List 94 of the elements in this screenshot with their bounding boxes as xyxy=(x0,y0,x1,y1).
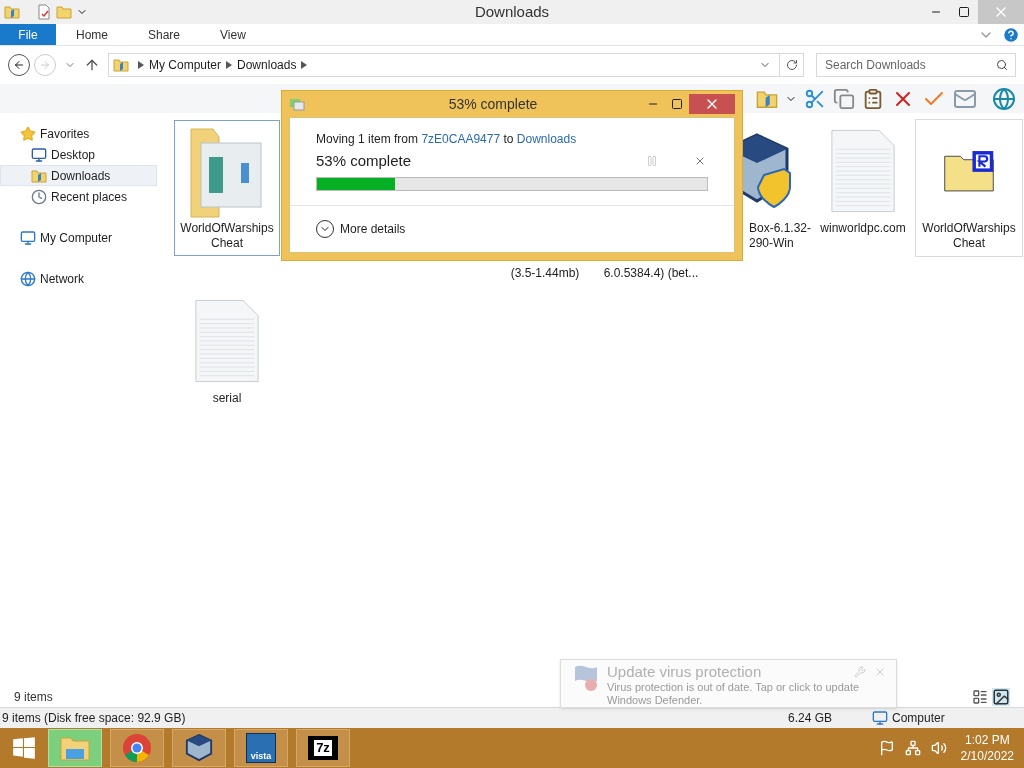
status-size: 6.24 GB xyxy=(788,710,834,727)
nav-label: My Computer xyxy=(40,229,113,247)
nav-item[interactable]: Recent places xyxy=(0,186,157,207)
breadcrumb[interactable]: My Computer xyxy=(149,56,222,74)
file-name: WorldOfWarships xyxy=(922,221,1016,236)
folder-r-icon xyxy=(943,148,995,194)
file-name: WorldOfWarships xyxy=(180,221,274,236)
file-name: 6.0.5384.4) (bet... xyxy=(603,266,699,281)
chrome-icon xyxy=(122,733,152,763)
status-text: 9 items (Disk free space: 92.9 GB) xyxy=(1,710,187,727)
properties-icon[interactable] xyxy=(36,4,52,20)
ribbon-tab[interactable]: Home xyxy=(56,24,128,45)
taskbar-button[interactable]: 7z xyxy=(296,729,350,767)
clock-date: 2/10/2022 xyxy=(960,748,1014,764)
clock-time: 1:02 PM xyxy=(964,732,1010,748)
nav-item[interactable]: Favorites xyxy=(0,123,160,144)
pause-icon xyxy=(646,155,658,168)
progress-status: 53% complete xyxy=(316,151,413,171)
restore-icon xyxy=(958,6,970,18)
help-icon[interactable] xyxy=(1002,25,1020,44)
nav-item[interactable]: Network xyxy=(0,268,160,289)
download-folder-icon xyxy=(31,167,47,184)
file-item[interactable]: serial xyxy=(174,290,280,411)
nav-label: Favorites xyxy=(40,125,90,143)
nav-label: Downloads xyxy=(51,167,111,185)
file-item[interactable]: WorldOfWarships Cheat xyxy=(174,120,280,256)
vista-logo-icon: vista xyxy=(246,733,276,763)
ribbon-tab[interactable]: File xyxy=(0,24,56,45)
copy-icon[interactable] xyxy=(833,87,855,110)
network-icon xyxy=(20,270,36,287)
windows-logo-icon[interactable] xyxy=(11,735,37,761)
destination-link[interactable]: Downloads xyxy=(516,132,577,146)
nav-label: Network xyxy=(40,270,84,288)
star-icon xyxy=(20,125,36,142)
file-name: winworldpc.com xyxy=(820,221,906,236)
ribbon-tab[interactable]: Share xyxy=(128,24,201,45)
nav-label: Desktop xyxy=(51,146,96,164)
clock[interactable]: 1:02 PM 2/10/2022 xyxy=(960,732,1014,764)
cube-icon xyxy=(185,733,213,763)
nav-item[interactable]: Desktop xyxy=(0,144,157,165)
taskbar-button[interactable]: vista xyxy=(234,729,288,767)
nav-label: Recent places xyxy=(51,188,128,206)
flag-icon[interactable] xyxy=(878,740,895,756)
folder-icon xyxy=(60,735,90,761)
taskbar-button[interactable] xyxy=(110,729,164,767)
text-document-icon xyxy=(830,128,896,214)
file-name: 290-Win xyxy=(749,236,794,251)
source-link[interactable]: 7zE0CAA9477 xyxy=(421,132,501,146)
file-name: Cheat xyxy=(952,236,985,251)
7z-logo-icon: 7z xyxy=(308,736,338,760)
copy-progress-icon xyxy=(289,96,305,112)
folder-icon xyxy=(4,4,20,20)
breadcrumb-arrow-icon[interactable] xyxy=(226,61,233,69)
move-description: Moving 1 item from 7zE0CAA9477 to Downloads xyxy=(316,131,578,148)
file-name: Cheat xyxy=(210,236,243,251)
forward-arrow-icon xyxy=(39,59,51,71)
computer-icon xyxy=(872,710,888,726)
large-icons-view-icon[interactable] xyxy=(992,687,1010,706)
address-bar[interactable]: My Computer Downloads xyxy=(108,53,804,77)
item-count: 9 items xyxy=(14,688,53,706)
file-item[interactable]: WorldOfWarships Cheat xyxy=(916,120,1022,256)
file-name: (3.5-1.44mb) xyxy=(510,266,580,281)
back-arrow-icon xyxy=(13,59,25,71)
breadcrumb-arrow-icon[interactable] xyxy=(301,61,308,69)
details-view-icon[interactable] xyxy=(972,688,988,705)
taskbar-button[interactable] xyxy=(172,729,226,767)
globe-icon[interactable] xyxy=(992,86,1016,111)
more-details-button[interactable]: More details xyxy=(316,219,406,238)
file-name: Box-6.1.32- xyxy=(749,221,812,236)
dialog-title: 53% complete xyxy=(447,94,539,114)
desktop-icon xyxy=(31,146,47,163)
ribbon-tab[interactable]: View xyxy=(200,24,266,45)
clock-icon xyxy=(31,188,47,205)
search-field[interactable]: Search Downloads xyxy=(816,53,1016,77)
download-folder-icon xyxy=(113,57,129,73)
breadcrumb[interactable]: Downloads xyxy=(237,56,297,74)
breadcrumb-arrow-icon[interactable] xyxy=(138,61,144,69)
status-location: Computer xyxy=(892,710,945,727)
maximize-icon xyxy=(671,98,683,110)
nav-item[interactable]: Downloads xyxy=(0,165,157,186)
file-name: serial xyxy=(212,391,242,406)
speaker-icon[interactable] xyxy=(930,740,947,756)
file-item[interactable]: winworldpc.com xyxy=(810,120,916,241)
toast-title: Update virus protection xyxy=(607,663,763,681)
cut-icon[interactable] xyxy=(804,87,826,110)
toast-body: Virus protection is out of date. Tap or click to update Windows Defender. xyxy=(607,681,861,707)
computer-icon xyxy=(20,229,36,246)
paste-icon[interactable] xyxy=(862,87,884,110)
network-status-icon[interactable] xyxy=(904,740,921,756)
nav-item[interactable]: My Computer xyxy=(0,227,160,248)
window-title: Downloads xyxy=(473,1,551,22)
refresh-icon[interactable] xyxy=(785,59,798,71)
search-icon xyxy=(996,59,1008,71)
text-document-icon xyxy=(194,298,260,384)
